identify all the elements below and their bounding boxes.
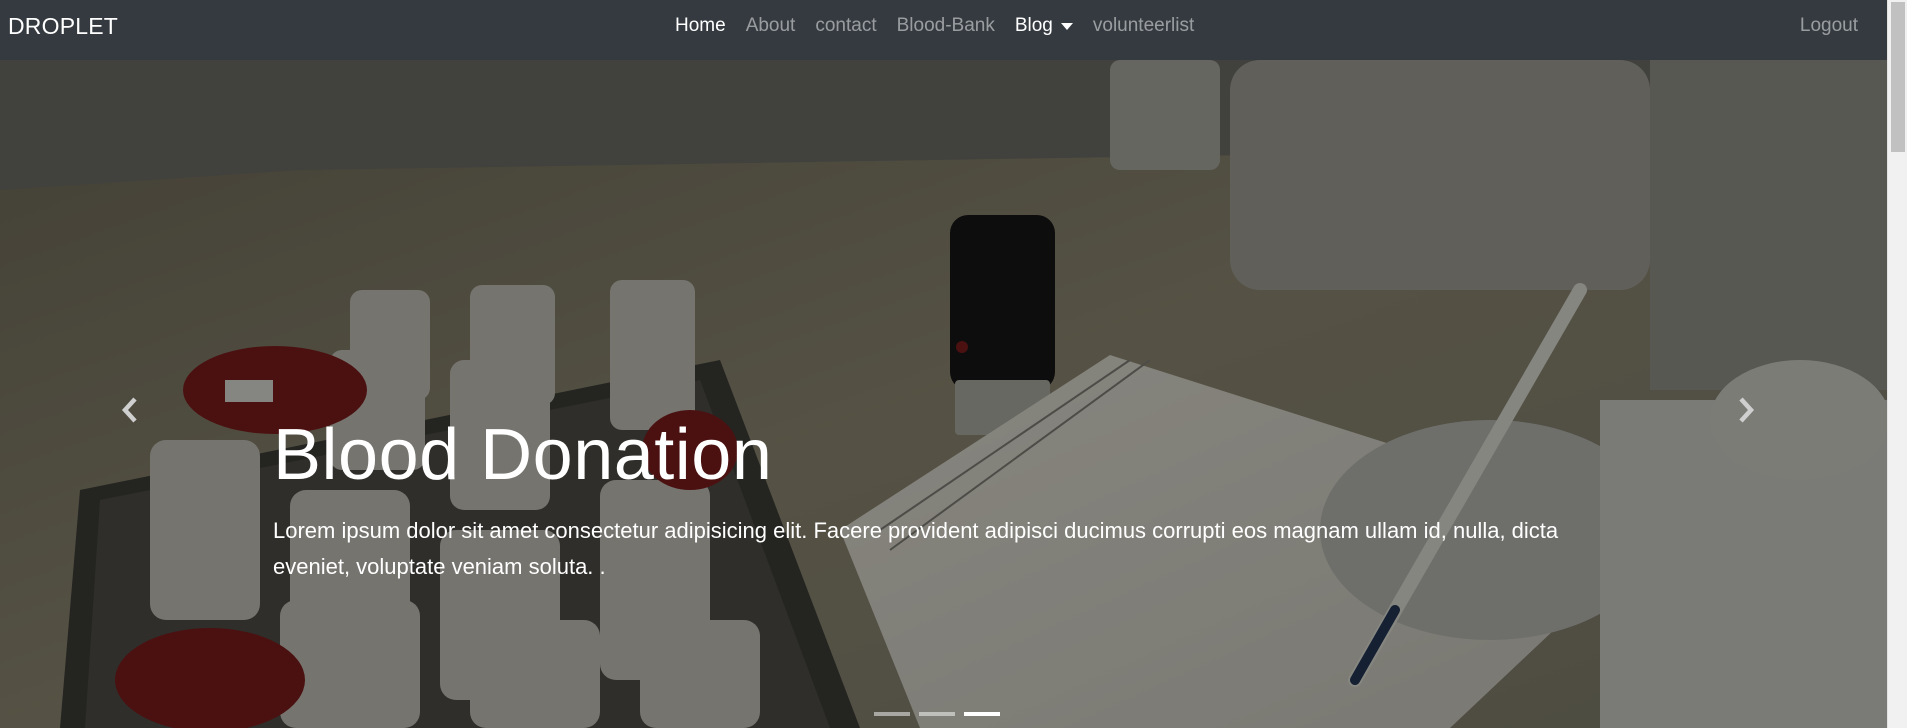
logout-link[interactable]: Logout bbox=[1800, 0, 1858, 52]
hero-overlay bbox=[0, 60, 1887, 728]
carousel-prev-button[interactable] bbox=[100, 380, 160, 440]
chevron-left-icon bbox=[121, 397, 137, 423]
vertical-scrollbar[interactable] bbox=[1887, 0, 1907, 728]
nav-home[interactable]: Home bbox=[675, 15, 726, 37]
nav-contact[interactable]: contact bbox=[815, 15, 876, 37]
hero-description: Lorem ipsum dolor sit amet consectetur a… bbox=[273, 518, 1559, 579]
nav-blog-label: Blog bbox=[1014, 15, 1053, 36]
carousel-indicator-1[interactable] bbox=[874, 712, 910, 716]
carousel-indicator-3[interactable] bbox=[964, 712, 1000, 716]
chevron-right-icon bbox=[1739, 397, 1755, 423]
hero-caption: Blood Donation Lorem ipsum dolor sit ame… bbox=[273, 415, 1633, 585]
scrollbar-thumb[interactable] bbox=[1891, 2, 1905, 152]
nav-blog-dropdown[interactable]: Blog bbox=[1015, 15, 1073, 37]
carousel-indicators bbox=[874, 712, 1009, 716]
hero-title: Blood Donation bbox=[273, 415, 773, 495]
nav-about[interactable]: About bbox=[746, 15, 796, 37]
carousel-indicator-2[interactable] bbox=[919, 712, 955, 716]
nav-blood-bank[interactable]: Blood-Bank bbox=[897, 15, 995, 37]
page: DROPLET Home About contact Blood-Bank Bl… bbox=[0, 0, 1907, 728]
navbar: DROPLET Home About contact Blood-Bank Bl… bbox=[0, 0, 1887, 60]
hero-carousel: Blood Donation Lorem ipsum dolor sit ame… bbox=[0, 60, 1887, 728]
caret-down-icon bbox=[1060, 23, 1073, 30]
nav-menu: Home About contact Blood-Bank Blog volun… bbox=[675, 0, 1214, 52]
brand-logo[interactable]: DROPLET bbox=[8, 0, 118, 60]
nav-volunteerlist[interactable]: volunteerlist bbox=[1093, 15, 1194, 37]
carousel-next-button[interactable] bbox=[1716, 380, 1776, 440]
